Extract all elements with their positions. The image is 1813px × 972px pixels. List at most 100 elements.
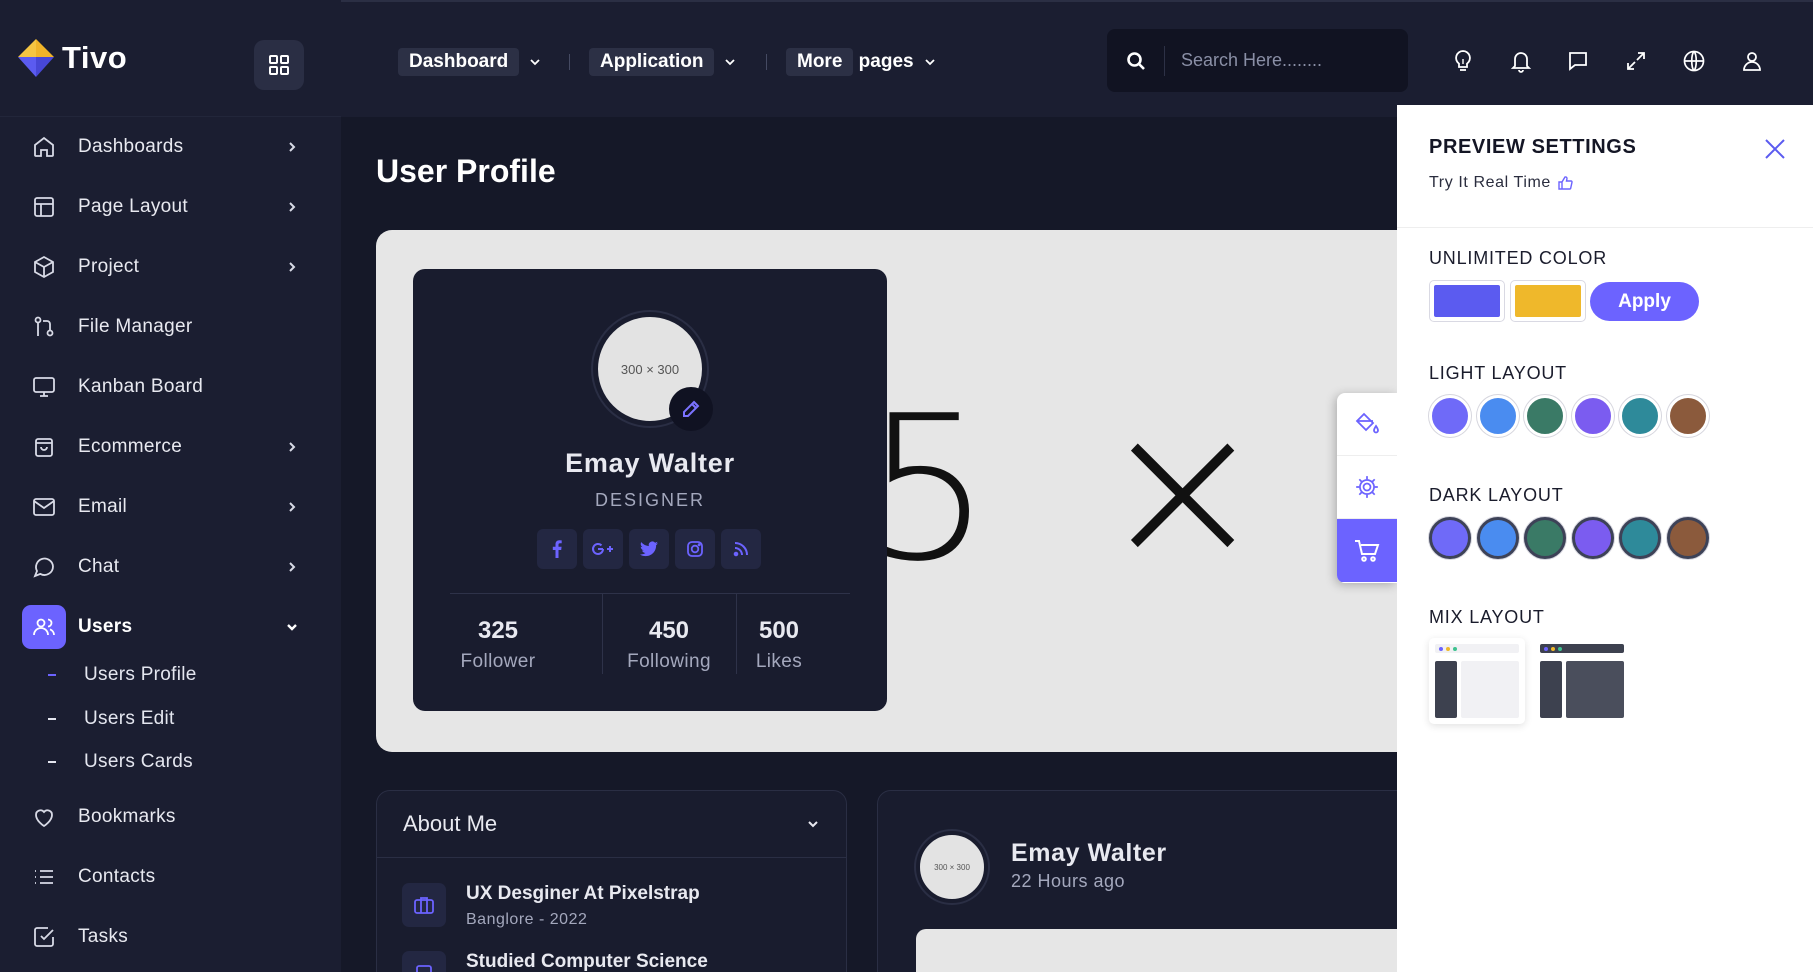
- nav-label: More: [786, 48, 854, 76]
- sidebar-item-dashboards[interactable]: Dashboards: [32, 124, 302, 170]
- message-circle-icon: [22, 545, 66, 589]
- light-layout-title: LIGHT LAYOUT: [1429, 363, 1567, 383]
- sidebar-item-label: Page Layout: [78, 196, 188, 217]
- about-me-header[interactable]: About Me: [377, 791, 846, 858]
- nav-divider: [766, 54, 767, 70]
- post-avatar: 300 × 300: [916, 831, 988, 903]
- social-links: [537, 529, 761, 569]
- sidebar-item-contacts[interactable]: Contacts: [32, 854, 302, 900]
- stat-label: Follower: [460, 651, 536, 672]
- heart-icon: [22, 795, 66, 839]
- stat-label: Likes: [755, 651, 803, 672]
- light-layout-color-option[interactable]: [1666, 395, 1709, 437]
- google-plus-icon[interactable]: [583, 529, 623, 569]
- dark-layout-color-option[interactable]: [1619, 517, 1661, 559]
- sidebar-item-bookmarks[interactable]: Bookmarks: [32, 794, 302, 840]
- fullscreen-icon[interactable]: [1621, 46, 1651, 76]
- unlimited-color-title: UNLIMITED COLOR: [1429, 248, 1608, 268]
- dash-marker: [48, 718, 56, 720]
- sidebar-item-label: Dashboards: [78, 136, 184, 157]
- sidebar-item-tasks[interactable]: Tasks: [32, 914, 302, 960]
- nav-more-pages-dropdown[interactable]: More pages: [786, 47, 936, 77]
- sidebar-item-ecommerce[interactable]: Ecommerce: [32, 424, 302, 470]
- chat-icon[interactable]: [1563, 46, 1593, 76]
- dash-marker: [48, 761, 56, 763]
- mix-preview-sidebar: [1540, 661, 1562, 718]
- light-layout-color-option[interactable]: [1429, 395, 1471, 437]
- instagram-icon[interactable]: [675, 529, 715, 569]
- sidebar-item-page-layout[interactable]: Page Layout: [32, 184, 302, 230]
- mix-layout-light-option[interactable]: [1429, 638, 1525, 724]
- nav-dashboard-dropdown[interactable]: Dashboard: [398, 47, 541, 77]
- stat-value: 500: [758, 617, 800, 644]
- user-icon[interactable]: [1737, 46, 1767, 76]
- sidebar-toggle-button[interactable]: [254, 40, 304, 90]
- layout-icon: [22, 185, 66, 229]
- dark-layout-color-option[interactable]: [1571, 517, 1614, 559]
- preview-settings-panel: PREVIEW SETTINGS Try It Real Time UNLIMI…: [1397, 105, 1813, 972]
- paint-bucket-button[interactable]: [1337, 393, 1397, 456]
- sidebar-item-label: Email: [78, 496, 128, 517]
- brand-name: Tivo: [62, 40, 128, 75]
- sidebar-item-label: Tasks: [78, 926, 129, 947]
- facebook-icon[interactable]: [537, 529, 577, 569]
- edit-avatar-button[interactable]: [669, 387, 713, 431]
- close-button[interactable]: [1761, 135, 1789, 163]
- apply-button[interactable]: Apply: [1590, 282, 1699, 321]
- shopping-bag-icon: [22, 425, 66, 469]
- list-icon: [22, 855, 66, 899]
- rss-icon[interactable]: [721, 529, 761, 569]
- twitter-icon[interactable]: [629, 529, 669, 569]
- dark-layout-color-option[interactable]: [1476, 517, 1519, 559]
- sidebar-item-chat[interactable]: Chat: [32, 544, 302, 590]
- globe-icon[interactable]: [1679, 46, 1709, 76]
- stat-value: 450: [648, 617, 690, 644]
- sidebar-item-users[interactable]: Users: [22, 604, 302, 650]
- primary-color-picker[interactable]: [1429, 280, 1505, 322]
- mix-preview-sidebar: [1435, 661, 1457, 718]
- paint-bucket-icon: [1355, 412, 1379, 434]
- settings-button[interactable]: [1337, 456, 1397, 519]
- logo-mark-icon: [18, 39, 54, 77]
- sidebar-item-label: Ecommerce: [78, 436, 183, 457]
- customizer-toolbar: [1337, 393, 1397, 583]
- secondary-color-swatch: [1515, 285, 1581, 317]
- sidebar-item-kanban-board[interactable]: Kanban Board: [32, 364, 302, 410]
- dark-layout-color-option[interactable]: [1666, 517, 1709, 559]
- secondary-color-picker[interactable]: [1510, 280, 1586, 322]
- light-layout-color-option[interactable]: [1476, 395, 1519, 437]
- sidebar: Tivo Dashboards Page Layout Project File…: [0, 0, 341, 972]
- chevron-right-icon: [282, 257, 302, 277]
- cart-button[interactable]: [1337, 519, 1397, 582]
- light-layout-color-option[interactable]: [1571, 395, 1614, 437]
- check-square-icon: [22, 915, 66, 959]
- chevron-right-icon: [282, 497, 302, 517]
- nav-application-dropdown[interactable]: Application: [589, 47, 736, 77]
- mix-layout-dark-option[interactable]: [1534, 638, 1630, 724]
- gear-icon: [1356, 476, 1378, 498]
- about-item-title: Studied Computer Science: [466, 951, 708, 972]
- search-icon[interactable]: [1107, 45, 1165, 76]
- close-icon: [1765, 139, 1785, 159]
- sidebar-subitem-users-cards[interactable]: Users Cards: [48, 747, 193, 777]
- search-input[interactable]: [1165, 50, 1395, 71]
- monitor-icon: [22, 365, 66, 409]
- light-layout-color-option[interactable]: [1524, 395, 1566, 437]
- sidebar-subitem-users-edit[interactable]: Users Edit: [48, 704, 175, 734]
- dark-layout-color-option[interactable]: [1429, 517, 1471, 559]
- lightbulb-icon[interactable]: [1448, 46, 1478, 76]
- light-layout-color-option[interactable]: [1619, 395, 1661, 437]
- bell-icon[interactable]: [1506, 46, 1536, 76]
- profile-card: 300 × 300 Emay Walter DESIGNER 325 Follo…: [413, 269, 887, 711]
- search-bar: [1107, 29, 1408, 92]
- dark-layout-color-option[interactable]: [1524, 517, 1566, 559]
- chevron-down-icon[interactable]: [806, 817, 820, 831]
- users-icon: [22, 605, 66, 649]
- mail-icon: [22, 485, 66, 529]
- sidebar-item-project[interactable]: Project: [32, 244, 302, 290]
- sidebar-item-file-manager[interactable]: File Manager: [32, 304, 302, 350]
- sidebar-subitem-users-profile[interactable]: Users Profile: [48, 660, 197, 690]
- mix-preview-content: [1566, 661, 1624, 718]
- sidebar-item-email[interactable]: Email: [32, 484, 302, 530]
- sidebar-item-label: Project: [78, 256, 140, 277]
